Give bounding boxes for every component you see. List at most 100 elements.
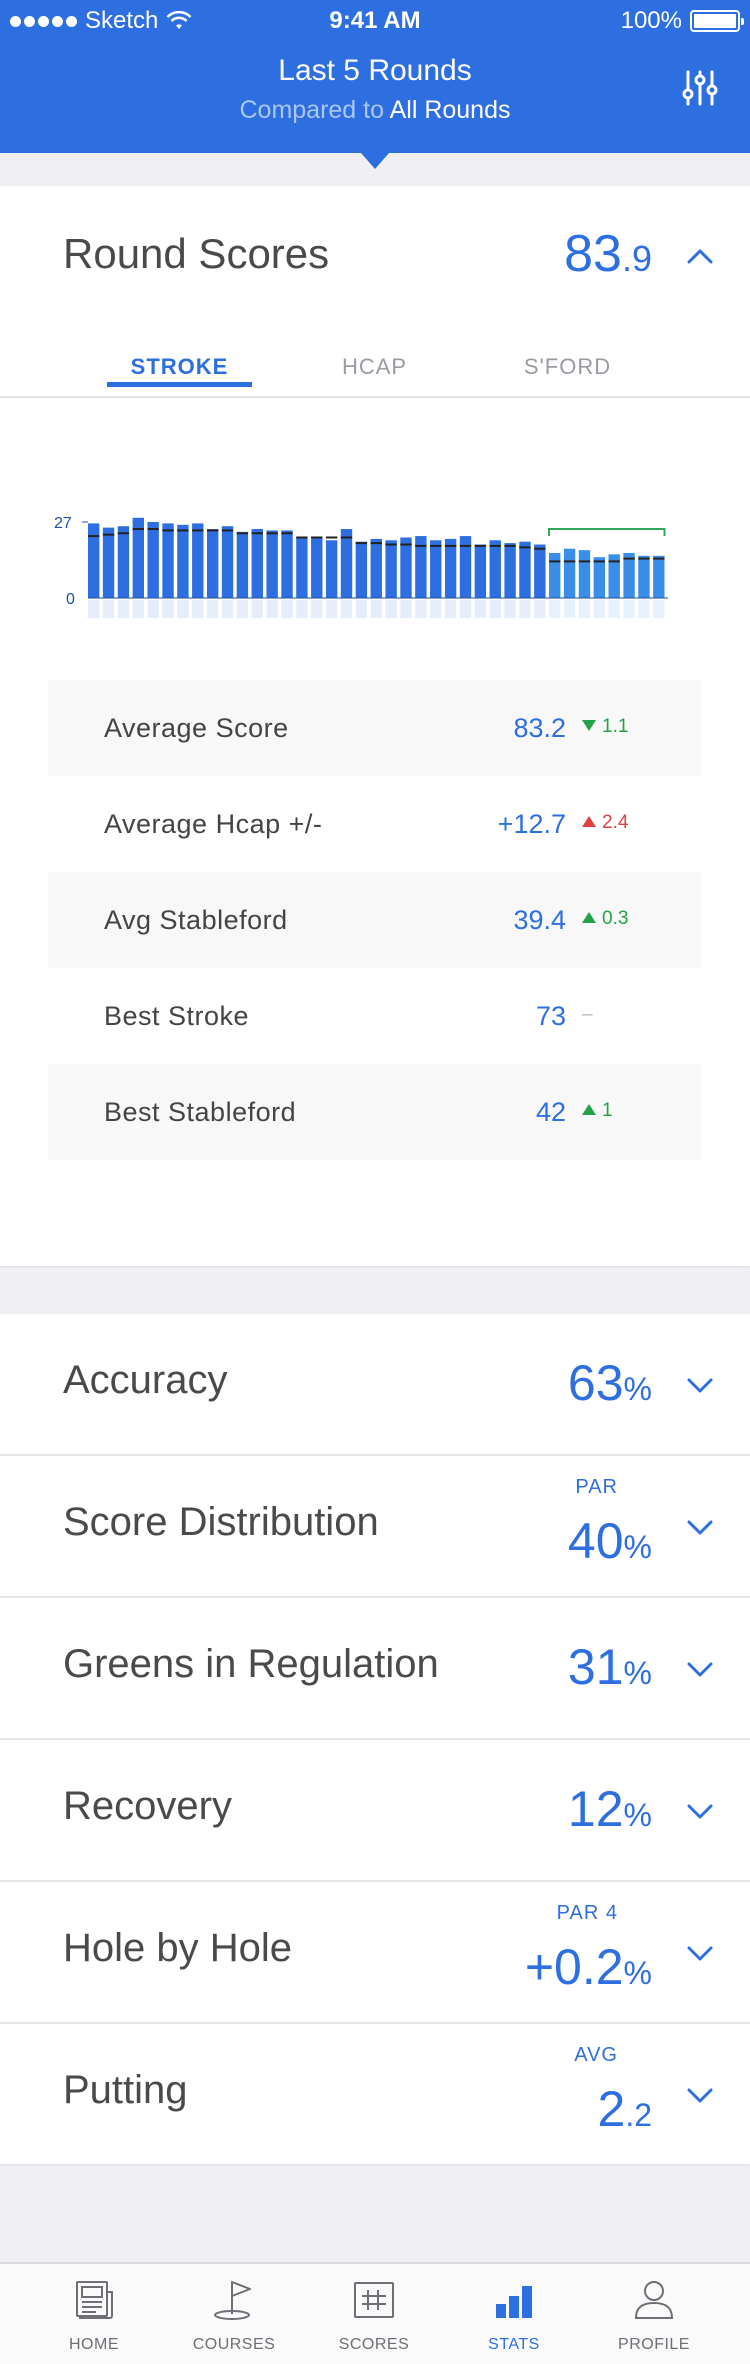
stat-value: +12.7 xyxy=(497,809,566,839)
tabbar-label-stats: STATS xyxy=(488,2336,540,2353)
stat-sections-list: Accuracy 63% Score Distribution PAR 40% Green… xyxy=(0,1314,750,2164)
tabbar-label-profile: PROFILE xyxy=(618,2336,690,2353)
down-arrow-icon xyxy=(582,720,596,731)
bar-chart-icon xyxy=(496,2286,532,2318)
chart-bar-reflection xyxy=(593,600,606,618)
stat-label: Average Hcap +/- xyxy=(104,809,323,839)
chart-bar-reflection xyxy=(608,600,620,618)
sliders-icon[interactable] xyxy=(680,68,720,108)
chevron-up-icon[interactable] xyxy=(687,248,713,264)
chart-bar-reflection xyxy=(296,600,308,618)
section-title: Accuracy xyxy=(63,1358,228,1402)
chevron-down-icon[interactable] xyxy=(687,2088,713,2104)
round-scores-value-main: 83 xyxy=(564,225,622,283)
chart-bar-reflection xyxy=(400,600,412,618)
chart-bar xyxy=(266,530,278,598)
chart-bar-reflection xyxy=(281,600,293,618)
section-value: +0.2% xyxy=(525,1938,652,1996)
section-value-main: 40 xyxy=(567,1513,624,1569)
section-title: Recovery xyxy=(63,1784,232,1828)
chart-bar-reflection xyxy=(474,600,487,618)
chart-bar-reflection xyxy=(355,600,368,618)
chart-bar-reflection xyxy=(370,600,382,618)
tabbar-label-scores: SCORES xyxy=(338,2336,410,2353)
chart-bar xyxy=(385,540,397,598)
chart-bar xyxy=(489,540,501,598)
section-kicker: AVG xyxy=(574,2044,618,2066)
section-title: Hole by Hole xyxy=(63,1926,293,1970)
chart-bar xyxy=(340,529,353,598)
chart-bar-reflection xyxy=(415,600,427,618)
chevron-down-icon[interactable] xyxy=(687,1378,713,1394)
section-score-distribution[interactable]: Score Distribution PAR 40% xyxy=(0,1456,750,1598)
chart-bar xyxy=(192,523,204,598)
section-recovery[interactable]: Recovery 12% xyxy=(0,1740,750,1882)
chevron-down-icon[interactable] xyxy=(687,1520,713,1536)
tab-hcap[interactable]: HCAP xyxy=(302,354,447,380)
section-value-unit: % xyxy=(623,1529,652,1565)
y-tick-label: 0 xyxy=(66,591,75,608)
stat-delta-value: 2.4 xyxy=(602,812,629,833)
stat-value: 39.4 xyxy=(513,905,566,935)
score-type-tabs: STROKE HCAP S'FORD xyxy=(0,342,750,398)
chart-bar-reflection xyxy=(236,600,249,618)
chart-bar-reflection xyxy=(221,600,234,618)
person-icon xyxy=(634,2281,674,2319)
chart-bar xyxy=(311,537,323,598)
section-hole-by-hole[interactable]: Hole by Hole PAR 4 +0.2% xyxy=(0,1882,750,2024)
chart-bar-reflection xyxy=(444,600,457,618)
battery-percent: 100% xyxy=(620,7,682,34)
chart-bar xyxy=(236,531,249,598)
tab-stroke[interactable]: STROKE xyxy=(107,354,252,380)
tabbar-item-courses[interactable]: COURSES xyxy=(159,2264,309,2364)
stat-delta-value: 1.1 xyxy=(602,716,629,737)
page-subtitle[interactable]: Compared to All Rounds xyxy=(0,96,750,125)
stat-row: Best Stableford 42 1 xyxy=(48,1064,702,1160)
home-newspaper-icon xyxy=(76,2281,113,2319)
stat-row: Average Hcap +/- +12.7 2.4 xyxy=(48,776,702,872)
chart-bar xyxy=(430,540,442,598)
section-kicker: PAR xyxy=(575,1476,618,1498)
chart-bar-reflection xyxy=(147,600,159,618)
chart-bar xyxy=(653,555,665,598)
chart-bar-reflection xyxy=(549,600,561,618)
tabbar-item-profile[interactable]: PROFILE xyxy=(579,2264,729,2364)
section-greens-in-regulation[interactable]: Greens in Regulation 31% xyxy=(0,1598,750,1740)
section-putting[interactable]: Putting AVG 2.2 xyxy=(0,2024,750,2164)
section-accuracy[interactable]: Accuracy 63% xyxy=(0,1314,750,1456)
chart-bar-reflection xyxy=(623,600,635,618)
chart-bar-reflection xyxy=(563,600,576,618)
stat-row: Best Stroke 73– xyxy=(48,968,702,1064)
bottom-tab-bar: HOME COURSES SCORES STATS PROFILE xyxy=(0,2262,750,2364)
chart-bar-reflection xyxy=(117,600,130,618)
chevron-down-icon[interactable] xyxy=(687,1946,713,1962)
chevron-down-icon[interactable] xyxy=(687,1662,713,1678)
section-value: 63% xyxy=(568,1354,652,1412)
chart-bar xyxy=(88,523,100,598)
chart-bar xyxy=(177,524,189,598)
chart-bar-reflection xyxy=(325,600,338,618)
stat-value: 42 xyxy=(535,1097,566,1127)
active-tab-indicator xyxy=(107,382,252,387)
stat-delta: 1.1 xyxy=(582,716,628,738)
section-value-unit: % xyxy=(623,1371,652,1407)
tab-sford[interactable]: S'FORD xyxy=(495,354,640,380)
section-title: Score Distribution xyxy=(63,1500,379,1544)
chart-bar xyxy=(519,541,531,598)
chart-bar xyxy=(162,523,174,598)
round-scores-title: Round Scores xyxy=(63,230,330,277)
tabbar-item-home[interactable]: HOME xyxy=(19,2264,169,2364)
flag-icon xyxy=(214,2281,251,2320)
chart-bar xyxy=(206,529,219,598)
chart-bar xyxy=(563,548,576,598)
chart-bar xyxy=(251,529,263,598)
round-stats-list: Average Score 83.2 1.1 Average Hcap +/- +12.… xyxy=(48,680,702,1160)
chevron-down-icon[interactable] xyxy=(687,1804,713,1820)
tabbar-item-stats[interactable]: STATS xyxy=(439,2264,589,2364)
chart-bar xyxy=(355,541,368,598)
chart-bar-reflection xyxy=(88,600,100,618)
stat-delta-value: 0.3 xyxy=(602,908,629,929)
chart-bar-reflection xyxy=(504,600,516,618)
chart-bar-reflection xyxy=(311,600,323,618)
tabbar-item-scores[interactable]: SCORES xyxy=(299,2264,449,2364)
